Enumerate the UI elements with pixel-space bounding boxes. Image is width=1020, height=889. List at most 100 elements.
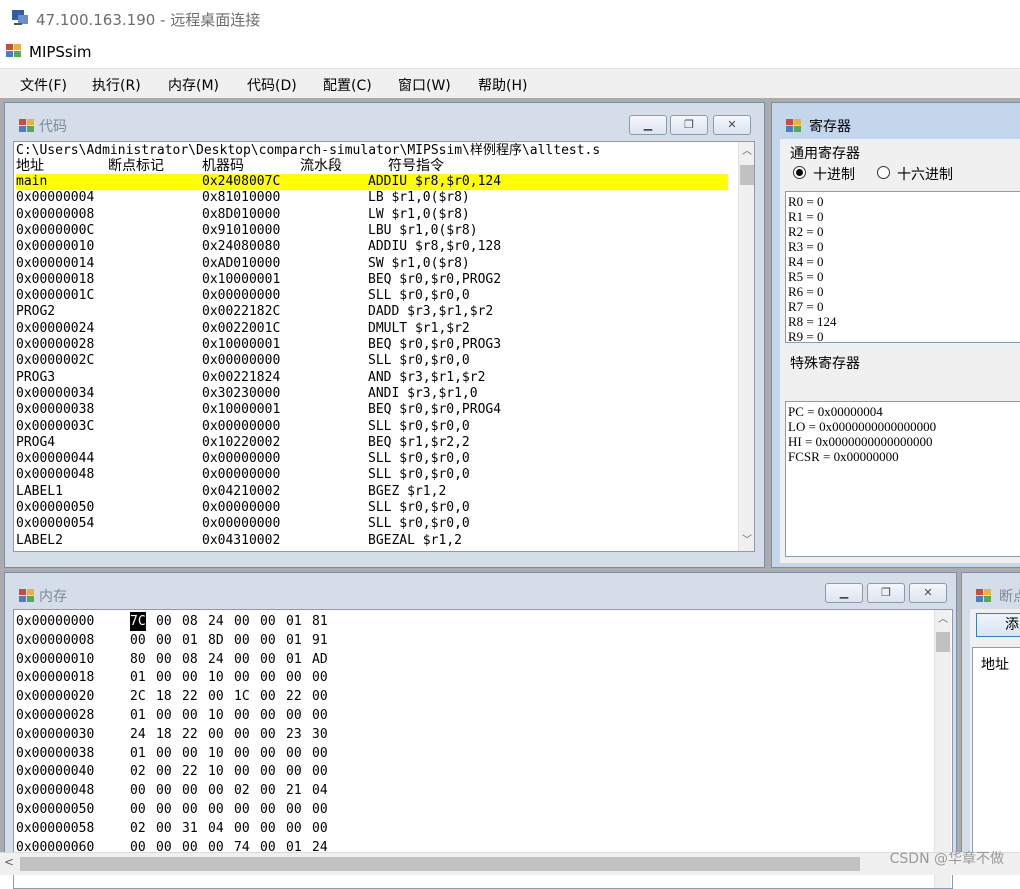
memory-byte[interactable]: 8D (208, 631, 224, 650)
memory-byte[interactable]: 00 (208, 800, 224, 819)
breakpoint-window[interactable]: 断点 添 地址 (961, 572, 1020, 874)
memory-byte[interactable]: 01 (286, 650, 302, 669)
memory-byte[interactable]: 00 (156, 631, 172, 650)
memory-scrollbar[interactable]: ︿ (934, 610, 951, 888)
memory-byte[interactable]: 10 (208, 762, 224, 781)
memory-byte[interactable]: 00 (130, 781, 146, 800)
close-button[interactable]: ✕ (909, 583, 947, 603)
memory-byte[interactable]: 04 (312, 781, 328, 800)
memory-byte[interactable]: 01 (130, 744, 146, 763)
memory-byte[interactable]: 31 (182, 819, 198, 838)
memory-byte[interactable]: 01 (130, 668, 146, 687)
memory-byte[interactable]: 00 (286, 762, 302, 781)
memory-byte[interactable]: 00 (260, 744, 276, 763)
memory-byte[interactable]: 00 (260, 762, 276, 781)
memory-byte[interactable]: 00 (260, 800, 276, 819)
memory-byte[interactable]: 00 (260, 819, 276, 838)
memory-byte[interactable]: 00 (260, 650, 276, 669)
minimize-button[interactable]: ▁ (825, 583, 863, 603)
scroll-thumb[interactable] (936, 632, 950, 652)
memory-byte[interactable]: 00 (234, 725, 250, 744)
memory-byte[interactable]: 00 (260, 612, 276, 631)
memory-byte[interactable]: 00 (312, 819, 328, 838)
hex-radio[interactable] (877, 166, 890, 179)
memory-byte[interactable]: 00 (234, 706, 250, 725)
register-window[interactable]: 寄存器 通用寄存器 十进制 十六进制 R0 = 0 R1 = 0 R2 = 0 R3 … (771, 102, 1020, 568)
memory-byte[interactable]: 00 (156, 612, 172, 631)
memory-byte[interactable]: 00 (156, 781, 172, 800)
code-row[interactable]: 0x0000001C 0x00000000 SLL $r0,$r0,0 (16, 288, 728, 304)
horizontal-scrollbar[interactable]: < (0, 852, 1020, 875)
memory-byte[interactable]: 00 (182, 800, 198, 819)
memory-byte[interactable]: 00 (208, 725, 224, 744)
code-row[interactable]: 0x00000024 0x0022001C DMULT $r1,$r2 (16, 321, 728, 337)
memory-byte[interactable]: 00 (312, 706, 328, 725)
memory-byte[interactable]: 00 (156, 706, 172, 725)
code-row[interactable]: 0x00000018 0x10000001 BEQ $r0,$r0,PROG2 (16, 272, 728, 288)
scroll-thumb[interactable] (20, 857, 860, 871)
code-row[interactable]: 0x0000003C 0x00000000 SLL $r0,$r0,0 (16, 419, 728, 435)
memory-byte[interactable]: 00 (312, 668, 328, 687)
memory-byte[interactable]: 18 (156, 725, 172, 744)
code-row[interactable]: 0x00000054 0x00000000 SLL $r0,$r0,0 (16, 516, 728, 532)
memory-byte[interactable]: 7C (130, 612, 146, 631)
memory-byte[interactable]: 01 (286, 631, 302, 650)
memory-byte[interactable]: 10 (208, 668, 224, 687)
memory-byte[interactable]: 00 (156, 650, 172, 669)
memory-byte[interactable]: 22 (286, 687, 302, 706)
code-row[interactable]: 0x0000000C 0x91010000 LBU $r1,0($r8) (16, 223, 728, 239)
memory-byte[interactable]: 02 (130, 762, 146, 781)
scroll-up-icon[interactable]: ︿ (935, 612, 951, 628)
memory-byte[interactable]: 00 (182, 668, 198, 687)
memory-byte[interactable]: 22 (182, 762, 198, 781)
memory-byte[interactable]: 00 (286, 800, 302, 819)
general-register-list[interactable]: R0 = 0 R1 = 0 R2 = 0 R3 = 0 R4 = 0 R5 = 0 R6 =… (785, 191, 1020, 343)
code-row[interactable]: PROG4 0x10220002 BEQ $r1,$r2,2 (16, 435, 728, 451)
decimal-radio[interactable] (793, 166, 806, 179)
memory-byte[interactable]: 00 (260, 668, 276, 687)
memory-byte[interactable]: 00 (260, 725, 276, 744)
code-row[interactable]: 0x00000044 0x00000000 SLL $r0,$r0,0 (16, 451, 728, 467)
memory-byte[interactable]: 00 (260, 631, 276, 650)
menu-help[interactable]: 帮助(H) (478, 75, 527, 95)
memory-byte[interactable]: 00 (182, 781, 198, 800)
code-row[interactable]: 0x0000002C 0x00000000 SLL $r0,$r0,0 (16, 353, 728, 369)
code-row[interactable]: 0x00000038 0x10000001 BEQ $r0,$r0,PROG4 (16, 402, 728, 418)
memory-byte[interactable]: 24 (130, 725, 146, 744)
memory-byte[interactable]: 00 (234, 800, 250, 819)
memory-byte[interactable]: 1C (234, 687, 250, 706)
memory-byte[interactable]: 00 (208, 687, 224, 706)
scroll-up-icon[interactable]: ︿ (739, 144, 754, 160)
memory-byte[interactable]: 00 (182, 706, 198, 725)
code-scrollbar[interactable]: ︿ ﹀ (738, 142, 754, 551)
memory-byte[interactable]: 00 (312, 687, 328, 706)
add-breakpoint-button[interactable]: 添 (976, 613, 1020, 637)
memory-byte[interactable]: 81 (312, 612, 328, 631)
memory-byte[interactable]: 02 (130, 819, 146, 838)
memory-byte[interactable]: 00 (312, 800, 328, 819)
code-row[interactable]: 0x00000048 0x00000000 SLL $r0,$r0,0 (16, 467, 728, 483)
memory-byte[interactable]: 00 (234, 612, 250, 631)
code-listing[interactable]: C:\Users\Administrator\Desktop\comparch-… (13, 141, 755, 552)
memory-byte[interactable]: 10 (208, 706, 224, 725)
memory-byte[interactable]: 30 (312, 725, 328, 744)
memory-byte[interactable]: 04 (208, 819, 224, 838)
memory-byte[interactable]: AD (312, 650, 328, 669)
special-register-list[interactable]: PC = 0x00000004 LO = 0x0000000000000000 HI… (785, 401, 1020, 557)
memory-byte[interactable]: 80 (130, 650, 146, 669)
code-row[interactable]: main 0x2408007C ADDIU $r8,$r0,124 (16, 174, 728, 190)
menu-window[interactable]: 窗口(W) (398, 75, 451, 95)
memory-byte[interactable]: 00 (156, 819, 172, 838)
code-row[interactable]: 0x00000010 0x24080080 ADDIU $r8,$r0,128 (16, 239, 728, 255)
memory-byte[interactable]: 23 (286, 725, 302, 744)
code-window[interactable]: 代码 ▁ ❐ ✕ C:\Users\Administrator\Desktop\… (4, 102, 765, 568)
memory-byte[interactable]: 91 (312, 631, 328, 650)
memory-byte[interactable]: 00 (130, 800, 146, 819)
menu-memory[interactable]: 内存(M) (168, 75, 219, 95)
memory-byte[interactable]: 00 (260, 687, 276, 706)
close-button[interactable]: ✕ (713, 115, 751, 135)
code-row[interactable]: PROG3 0x00221824 AND $r3,$r1,$r2 (16, 370, 728, 386)
memory-byte[interactable]: 00 (182, 744, 198, 763)
memory-byte[interactable]: 01 (286, 612, 302, 631)
restore-button[interactable]: ❐ (670, 115, 708, 135)
